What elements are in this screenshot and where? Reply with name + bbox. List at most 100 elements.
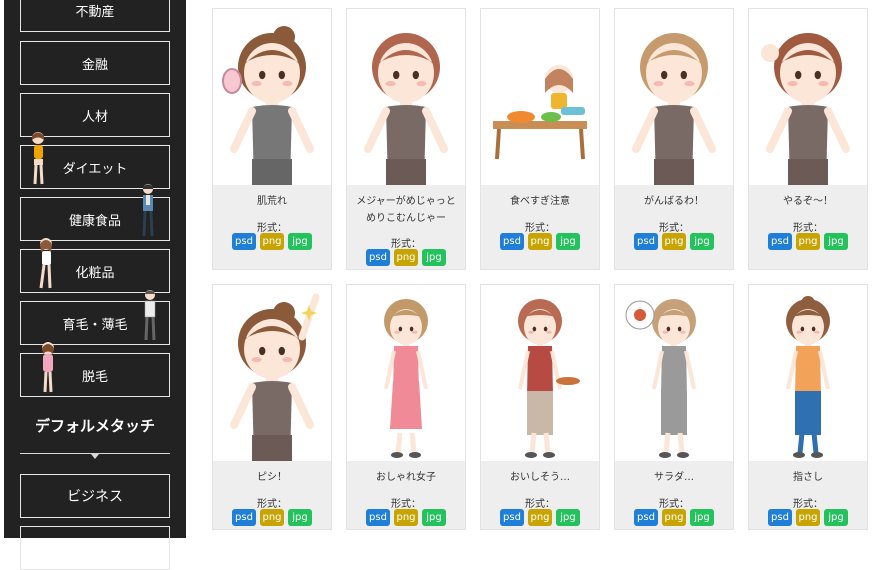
girl-holding-food-icon[interactable] [481,285,599,461]
format-tag-psd[interactable]: psd [500,233,524,250]
hair-removal-figure-icon [42,342,54,393]
sidebar-item-label: 化粧品 [75,265,115,281]
girl-measuring-waist-icon[interactable] [347,9,465,185]
hair-growth-figure-icon [144,290,156,341]
format-tag-psd[interactable]: psd [634,509,658,526]
illustration-card[interactable]: 肌荒れ形式： psd png jpg [212,8,332,270]
sidebar-item-label: 金融 [81,57,108,73]
girl-bun-mirror-icon[interactable] [213,9,331,185]
format-tag-jpg[interactable]: jpg [824,509,848,526]
format-tag-jpg[interactable]: jpg [422,509,446,526]
format-tag-png[interactable]: png [796,509,820,526]
format-label: 形式： [793,223,823,234]
section-title: デフォルメタッチ [34,417,155,435]
format-tag-jpg[interactable]: jpg [690,509,714,526]
girl-bun-pointing-icon[interactable] [213,285,331,461]
format-tag-psd[interactable]: psd [366,509,390,526]
format-label: 形式： [391,499,421,510]
card-title: おいしそう… [510,472,570,483]
format-tags: psd png jpg [213,233,331,250]
sidebar-item-label: ダイエット [62,161,128,177]
illustration-card[interactable]: がんばるわ！ 形式： psd png jpg [614,8,734,270]
sidebar-item-next[interactable] [20,526,170,570]
health-food-figure-icon [142,184,154,237]
format-tag-png[interactable]: png [260,509,284,526]
girl-orange-top-pointing-icon[interactable] [749,285,867,461]
format-tag-png[interactable]: png [260,233,284,250]
card-title: おしゃれ女子 [376,472,436,483]
format-label: 形式： [659,223,689,234]
format-tags: psd png jpg [347,249,465,266]
format-tag-jpg[interactable]: jpg [288,509,312,526]
format-tags: psd png jpg [481,509,599,526]
girl-eating-table-icon[interactable] [481,9,599,185]
section-arrow-icon [91,454,99,459]
sidebar: 不動産 金融 人材 ダイエット 健康食品 化粧品 育毛・薄毛 脱毛 デフォルメタ… [4,0,186,570]
format-label: 形式： [525,499,555,510]
sidebar-item-label: 育毛・薄毛 [62,317,128,333]
card-title: やるぞ～！ [783,196,833,207]
illustration-card[interactable]: やるぞ～！ 形式： psd png jpg [748,8,868,270]
format-tag-psd[interactable]: psd [232,509,256,526]
format-tag-png[interactable]: png [528,509,552,526]
card-title: サラダ… [654,472,694,483]
format-tag-psd[interactable]: psd [232,233,256,250]
girl-bob-fist-up-icon[interactable] [749,9,867,185]
format-label: 形式： [257,499,287,510]
format-label: 形式： [257,223,287,234]
illustration-card[interactable]: おしゃれ女子 形式： psd png jpg [346,284,466,530]
card-title: メジャーがめじゃっと めりこむんじゃー [356,196,456,224]
girl-suit-thinking-icon[interactable] [615,285,733,461]
girl-long-hair-fists-icon[interactable] [615,9,733,185]
illustration-card[interactable]: サラダ… 形式： psd png jpg [614,284,734,530]
format-tags: psd png jpg [749,509,867,526]
format-tag-psd[interactable]: psd [768,509,792,526]
format-label: 形式： [793,499,823,510]
format-tags: psd png jpg [749,233,867,250]
sidebar-item-label: 健康食品 [68,213,121,229]
format-label: 形式： [525,223,555,234]
illustration-card[interactable]: 食べすぎ注意 形式： psd png jpg [480,8,600,270]
format-label: 形式： [659,499,689,510]
format-tags: psd png jpg [615,509,733,526]
format-tag-png[interactable]: png [796,233,820,250]
card-title: 指さし [793,472,823,483]
sidebar-item-label: 人材 [81,109,108,125]
format-tag-png[interactable]: png [394,249,418,266]
format-tag-jpg[interactable]: jpg [824,233,848,250]
sidebar-item-finance[interactable]: 金融 [20,41,170,85]
format-tag-psd[interactable]: psd [500,509,524,526]
illustration-card[interactable]: メジャーがめじゃっと めりこむんじゃー形式： psd png jpg [346,8,466,270]
card-title: 肌荒れ [257,196,287,207]
sidebar-item-label: ビジネス [67,489,123,505]
card-title: がんばるわ！ [644,196,704,207]
format-tag-png[interactable]: png [662,509,686,526]
sidebar-item-label: 不動産 [75,4,115,20]
format-tag-jpg[interactable]: jpg [556,233,580,250]
format-tag-psd[interactable]: psd [634,233,658,250]
format-label: 形式： [391,239,421,250]
format-tag-png[interactable]: png [662,233,686,250]
format-tags: psd png jpg [213,509,331,526]
card-title: 食べすぎ注意 [510,196,570,207]
format-tag-psd[interactable]: psd [366,249,390,266]
format-tag-jpg[interactable]: jpg [288,233,312,250]
format-tags: psd png jpg [347,509,465,526]
card-title: ピシ！ [257,472,287,483]
illustration-card[interactable]: おいしそう… 形式： psd png jpg [480,284,600,530]
girl-pink-dress-icon[interactable] [347,285,465,461]
sidebar-item-real-estate[interactable]: 不動産 [20,0,170,32]
illustration-card[interactable]: 指さし形式： psd png jpg [748,284,868,530]
format-tag-psd[interactable]: psd [768,233,792,250]
format-tags: psd png jpg [481,233,599,250]
format-tag-jpg[interactable]: jpg [690,233,714,250]
sidebar-item-label: 脱毛 [81,369,108,385]
format-tag-jpg[interactable]: jpg [422,249,446,266]
illustration-card[interactable]: ピシ！ 形式： psd png jpg [212,284,332,530]
sidebar-item-business[interactable]: ビジネス [20,474,170,518]
diet-figure-icon [32,132,44,185]
format-tag-png[interactable]: png [394,509,418,526]
format-tag-png[interactable]: png [528,233,552,250]
format-tag-jpg[interactable]: jpg [556,509,580,526]
format-tags: psd png jpg [615,233,733,250]
